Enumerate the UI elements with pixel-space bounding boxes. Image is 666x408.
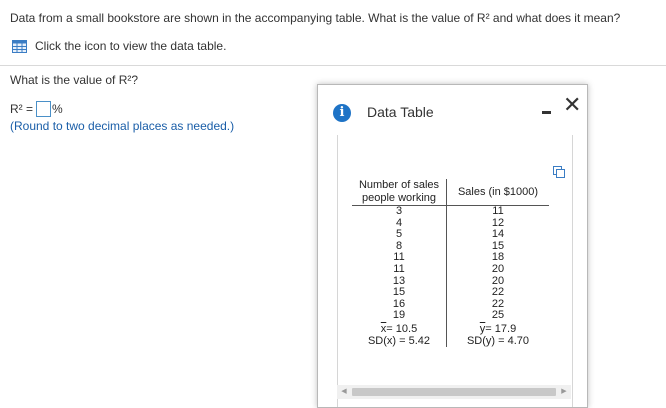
data-table: Number of sales people working Sales (in… bbox=[352, 179, 549, 347]
y-mean: y= 17.9 bbox=[479, 322, 517, 335]
table-row: 15 22 bbox=[352, 287, 549, 299]
table-row: 3 11 bbox=[352, 205, 549, 218]
answer-suffix: % bbox=[52, 102, 63, 116]
section-divider bbox=[0, 65, 666, 66]
table-cell: 3 bbox=[352, 205, 447, 218]
x-mean: x= 10.5 bbox=[352, 321, 447, 335]
table-row: 8 15 bbox=[352, 240, 549, 253]
table-row: 19 25 bbox=[352, 310, 549, 322]
answer-row: R² = % bbox=[10, 101, 63, 117]
table-cell: 20 bbox=[491, 262, 505, 275]
table-grid-icon[interactable] bbox=[12, 39, 27, 53]
r-squared-input[interactable] bbox=[36, 101, 52, 117]
modal-header: i Data Table ✕ bbox=[318, 85, 587, 135]
table-row: 11 20 bbox=[352, 262, 549, 276]
table-cell: 22 bbox=[491, 286, 505, 299]
table-cell: 25 bbox=[491, 309, 505, 322]
answer-prefix: R² = bbox=[10, 102, 34, 116]
mean-row: x= 10.5 y= 17.9 bbox=[352, 321, 549, 335]
minimize-icon[interactable] bbox=[541, 105, 553, 117]
scroll-right-icon[interactable]: ▶ bbox=[557, 385, 571, 399]
close-icon[interactable]: ✕ bbox=[563, 93, 581, 118]
table-row: 4 12 bbox=[352, 217, 549, 230]
scroll-left-icon[interactable]: ◀ bbox=[337, 385, 351, 399]
table-row: 16 22 bbox=[352, 298, 549, 311]
table-cell: 15 bbox=[352, 287, 447, 299]
table-row: 11 18 bbox=[352, 252, 549, 264]
col-header-sales: Sales (in $1000) bbox=[446, 179, 549, 206]
y-sd: SD(y) = 4.70 bbox=[466, 334, 530, 347]
x-sd: SD(x) = 5.42 bbox=[352, 334, 447, 347]
round-note: (Round to two decimal places as needed.) bbox=[10, 119, 235, 133]
copy-icon[interactable] bbox=[553, 166, 565, 178]
question-text: Data from a small bookstore are shown in… bbox=[10, 11, 621, 25]
scrollbar-thumb[interactable] bbox=[352, 388, 556, 396]
view-data-table-link[interactable]: Click the icon to view the data table. bbox=[12, 39, 226, 53]
modal-title: Data Table bbox=[367, 104, 434, 120]
table-row: 13 20 bbox=[352, 275, 549, 288]
data-table-modal: i Data Table ✕ Number of sales people wo… bbox=[317, 84, 588, 408]
table-cell: 11 bbox=[352, 263, 447, 276]
sd-row: SD(x) = 5.42 SD(y) = 4.70 bbox=[352, 334, 549, 347]
horizontal-scrollbar[interactable]: ◀ ▶ bbox=[337, 385, 571, 399]
col-header-salespeople: Number of sales people working bbox=[352, 179, 447, 206]
table-cell: 19 bbox=[352, 310, 447, 322]
table-cell: 11 bbox=[492, 205, 504, 217]
view-data-table-label: Click the icon to view the data table. bbox=[35, 39, 227, 53]
info-icon: i bbox=[333, 104, 351, 122]
table-row: 5 14 bbox=[352, 229, 549, 241]
r-squared-prompt: What is the value of R²? bbox=[10, 73, 139, 87]
